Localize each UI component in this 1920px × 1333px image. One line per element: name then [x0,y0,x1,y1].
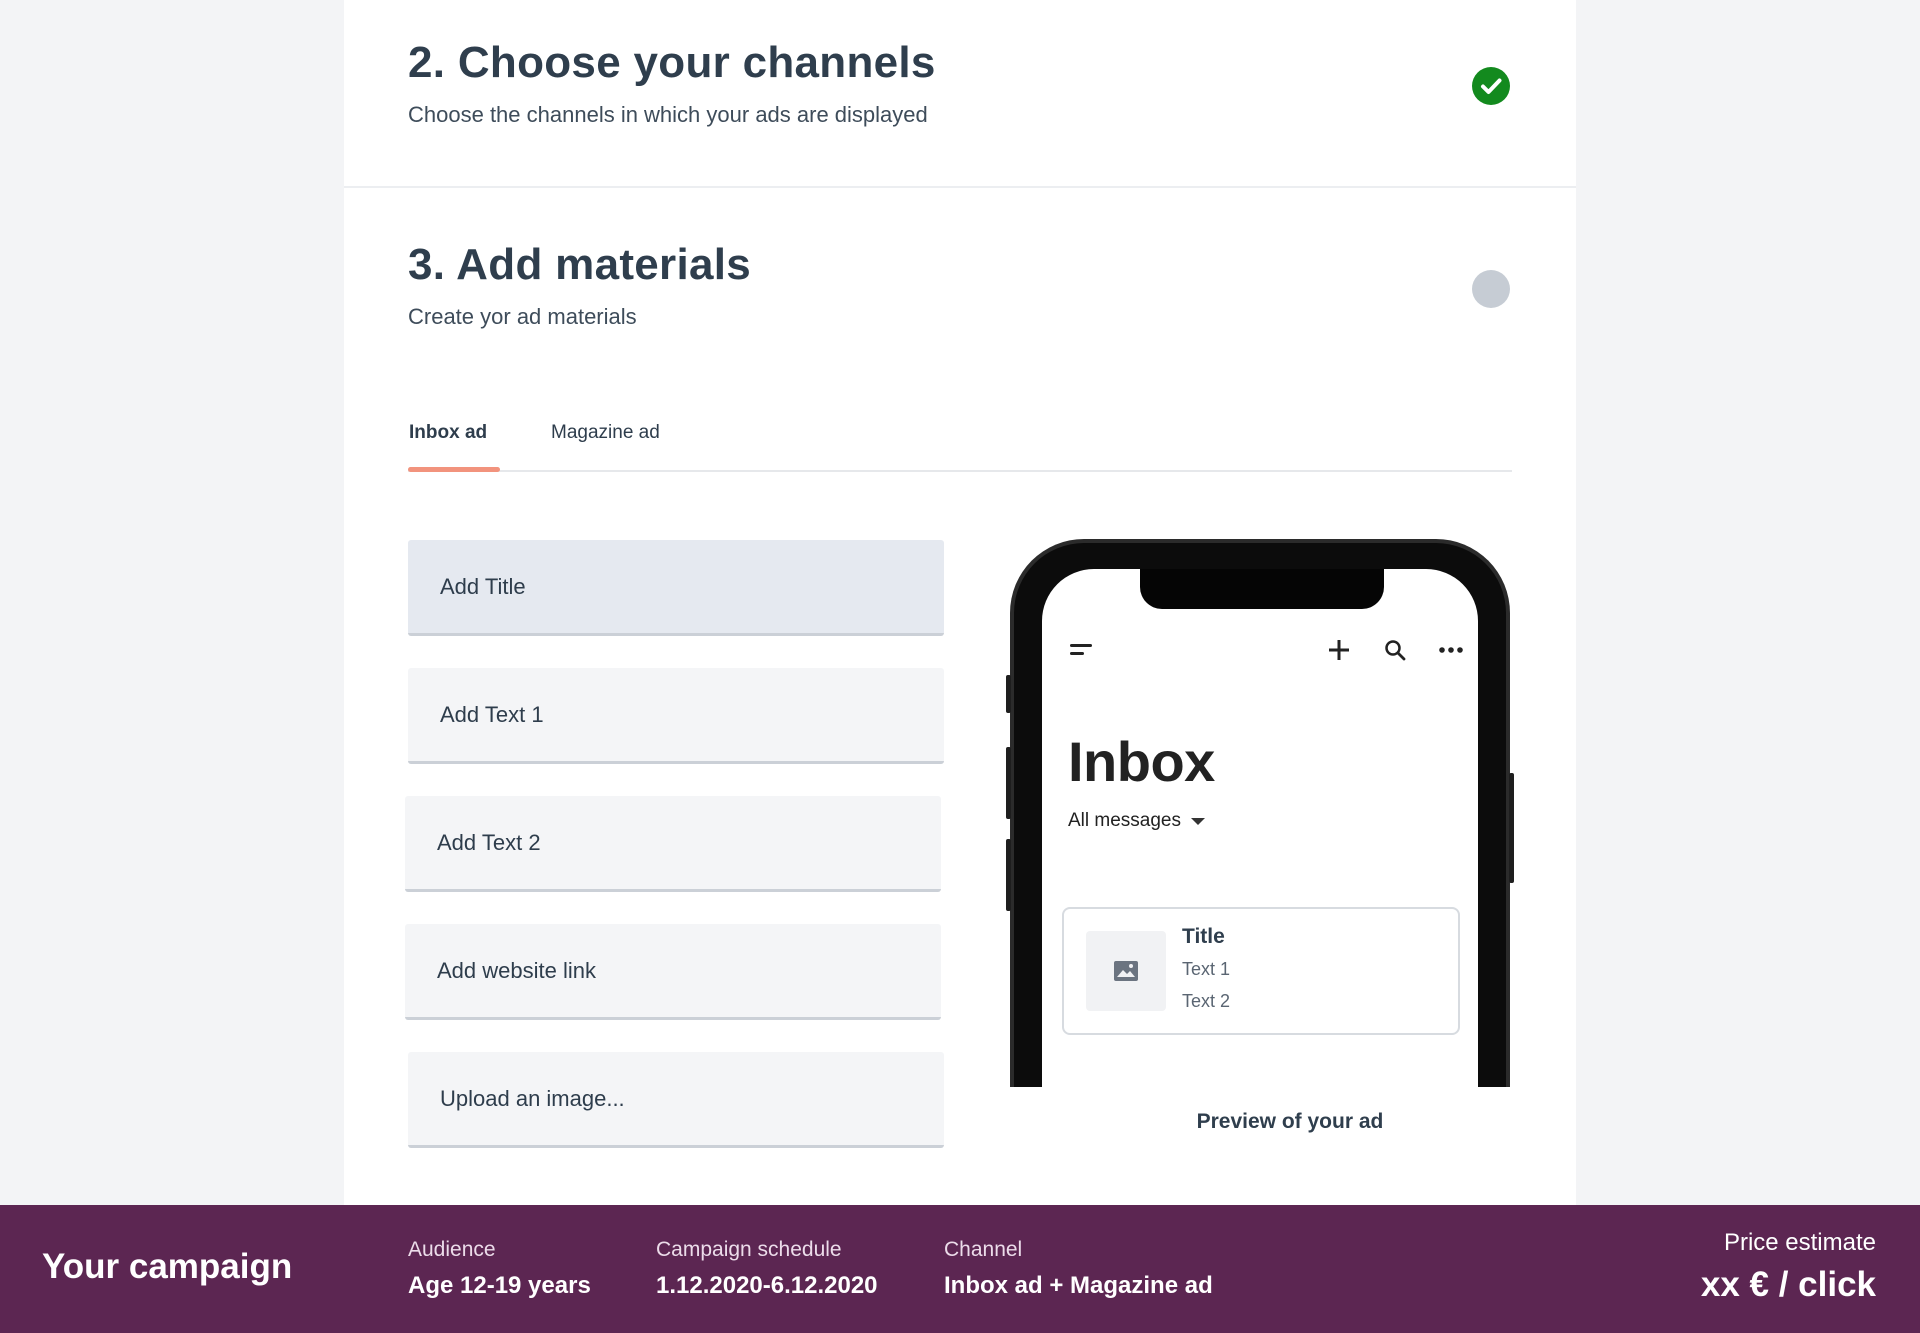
field-placeholder: Upload an image... [440,1085,625,1111]
field-placeholder: Add Text 2 [437,829,541,855]
tab-label: Magazine ad [551,422,660,443]
more-icon[interactable] [1436,635,1466,665]
phone-side-button [1006,675,1011,713]
audience-summary: Audience Age 12-19 years [408,1238,591,1300]
step-add-materials: 3. Add materials Create yor ad materials [408,240,751,330]
website-link-input[interactable]: Add website link [405,924,941,1020]
step-subtitle: Choose the channels in which your ads ar… [408,102,928,127]
check-circle-icon [1472,67,1510,105]
image-icon [1086,931,1166,1011]
section-divider [344,186,1576,188]
step-title: 2. Choose your channels [408,38,936,87]
field-placeholder: Add website link [437,957,596,983]
ad-title: Title [1182,925,1225,948]
price-value: xx € / click [1700,1265,1876,1304]
ad-preview-card: Title Text 1 Text 2 [1062,907,1460,1035]
summary-label: Campaign schedule [656,1238,842,1261]
plus-icon[interactable] [1324,635,1354,665]
preview-caption: Preview of your ad [1196,1110,1384,1133]
pending-status-icon [1472,270,1510,308]
phone-preview: Inbox All messages Title Text 1 Text 2 [1006,539,1514,1091]
phone-side-button [1006,747,1011,819]
price-estimate: Price estimate xx € / click [1701,1229,1876,1305]
channel-summary: Channel Inbox ad + Magazine ad [944,1238,1213,1300]
summary-label: Audience [408,1238,496,1261]
ad-type-tabs: Inbox ad Magazine ad [408,420,1512,472]
step-choose-channels: 2. Choose your channels Choose the chann… [408,38,936,128]
step-title: 3. Add materials [408,240,752,289]
chevron-down-icon [1191,817,1205,825]
campaign-form-panel: 2. Choose your channels Choose the chann… [344,0,1576,1205]
summary-value: 1.12.2020-6.12.2020 [656,1272,878,1299]
message-filter-dropdown[interactable]: All messages [1068,810,1205,832]
field-placeholder: Add Title [440,573,526,599]
tab-label: Inbox ad [409,422,488,443]
search-icon[interactable] [1380,635,1410,665]
image-upload-field[interactable]: Upload an image... [408,1052,944,1148]
summary-value: Inbox ad + Magazine ad [944,1272,1213,1299]
text1-input[interactable]: Add Text 1 [408,668,944,764]
phone-notch [1140,569,1384,609]
phone-side-button [1006,839,1011,911]
ad-text-1: Text 1 [1182,959,1231,979]
title-input[interactable]: Add Title [408,540,944,636]
schedule-summary: Campaign schedule 1.12.2020-6.12.2020 [656,1238,878,1300]
price-label: Price estimate [1723,1229,1876,1256]
field-placeholder: Add Text 1 [440,701,544,727]
campaign-summary-bar: Your campaign Audience Age 12-19 years C… [0,1205,1920,1333]
campaign-title: Your campaign [42,1247,293,1286]
text2-input[interactable]: Add Text 2 [405,796,941,892]
tab-inbox-ad[interactable]: Inbox ad [408,422,488,444]
tab-magazine-ad[interactable]: Magazine ad [550,422,661,444]
filter-label: All messages [1068,810,1181,831]
inbox-title: Inbox [1068,730,1215,793]
phone-screen: Inbox All messages Title Text 1 Text 2 [1042,569,1478,1091]
ad-text-2: Text 2 [1182,991,1231,1011]
menu-icon[interactable] [1066,635,1096,665]
phone-side-button [1509,773,1514,883]
active-tab-indicator [408,467,500,472]
summary-label: Channel [944,1238,1023,1261]
summary-value: Age 12-19 years [408,1272,591,1299]
step-subtitle: Create yor ad materials [408,304,637,329]
